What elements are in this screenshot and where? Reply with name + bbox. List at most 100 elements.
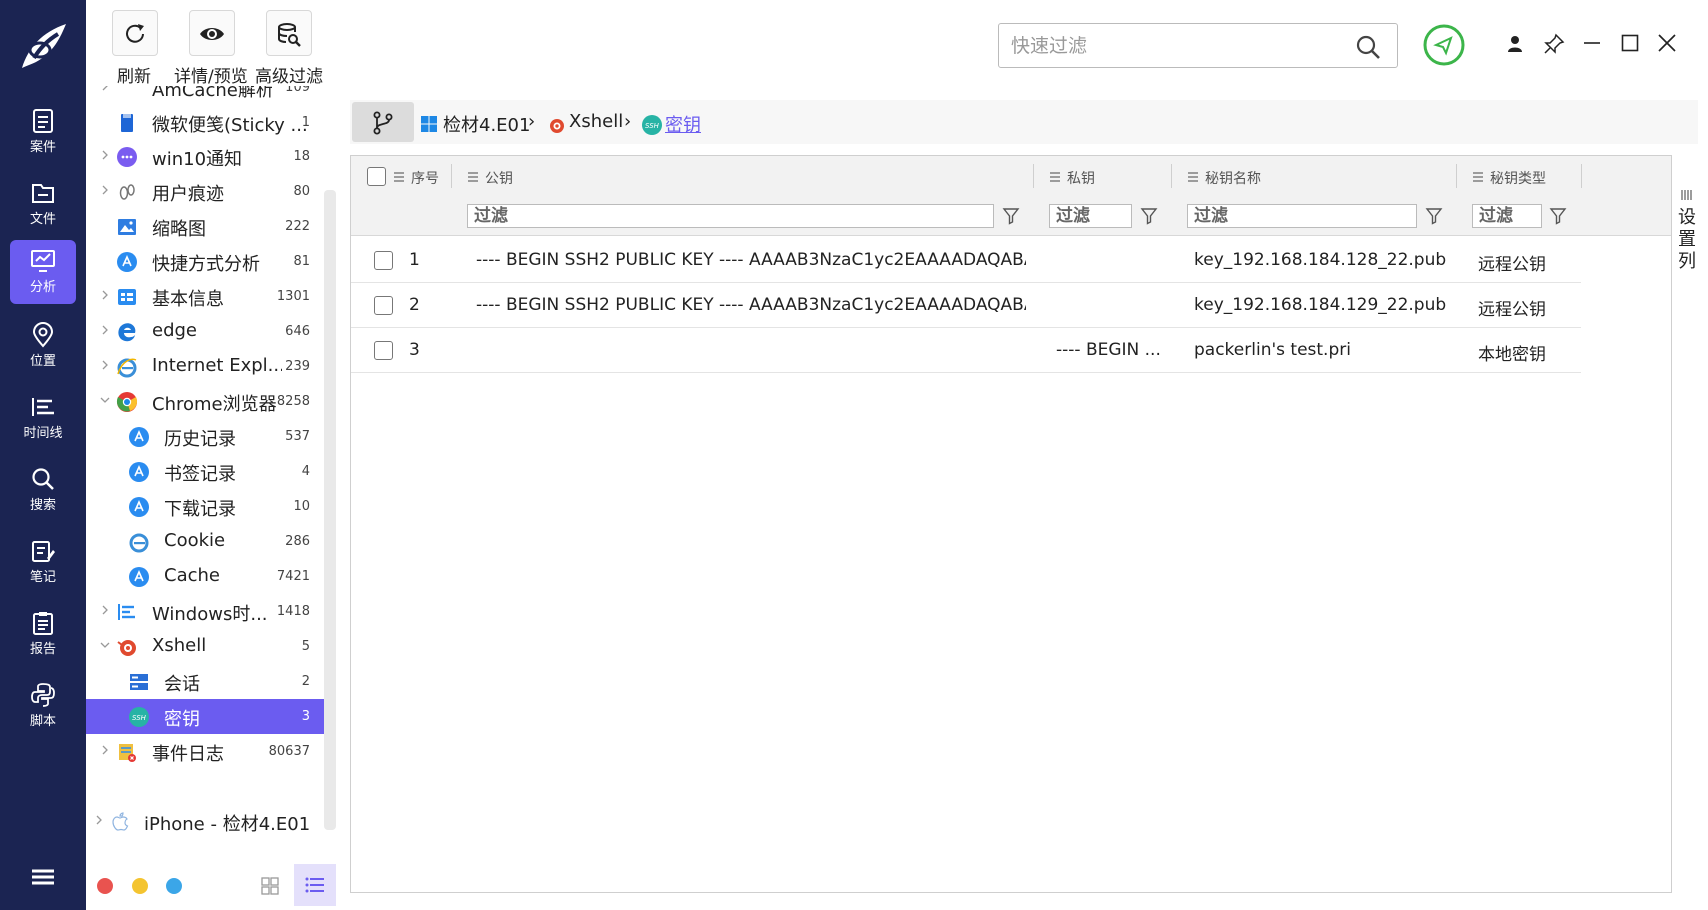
tree-item-windows-timeline[interactable]: Windows时... 1418 [86,594,324,629]
column-divider[interactable] [1171,164,1172,188]
column-menu-icon[interactable] [393,171,405,183]
nav-files[interactable]: 文件 [10,172,76,236]
list-view-button[interactable] [294,864,336,906]
tree-item-edge[interactable]: edge 646 [86,314,324,349]
breadcrumb-current[interactable]: 密钥 [665,111,701,137]
nav-script[interactable]: 脚本 [10,674,76,738]
tree-item-count: 1418 [276,604,310,619]
tree-item-iphone[interactable]: iPhone - 检材4.E01 [86,804,324,839]
connection-status-icon[interactable] [1422,23,1466,67]
tree-item-sessions[interactable]: 会话 2 [86,664,324,699]
row-checkbox[interactable] [374,341,393,360]
chevron-down-icon[interactable] [100,395,110,405]
chevron-right-icon[interactable] [100,185,110,195]
tree-item-sticky-notes[interactable]: 微软便笺(Sticky ... 1 [86,105,324,140]
search-icon[interactable] [1354,33,1382,61]
column-header-key-name[interactable]: 秘钥名称 [1205,168,1261,188]
quick-filter-input[interactable] [1011,32,1341,60]
column-menu-icon[interactable] [1472,171,1484,183]
tree-scrollbar[interactable] [324,190,336,830]
tree-item-downloads[interactable]: 下载记录 10 [86,489,324,524]
tree-item-bookmarks[interactable]: 书签记录 4 [86,454,324,489]
tree-item-cookie[interactable]: Cookie 286 [86,524,324,559]
tree-item-xshell[interactable]: Xshell 5 [86,629,324,664]
tree-item-count: 1 [301,115,310,130]
nav-timeline[interactable]: 时间线 [10,386,76,450]
refresh-button[interactable] [112,10,158,56]
chevron-right-icon[interactable] [100,745,110,755]
column-divider[interactable] [451,164,452,188]
chevron-right-icon[interactable] [100,325,110,335]
table-row[interactable]: 2 ---- BEGIN SSH2 PUBLIC KEY ---- AAAAB3… [351,283,1581,328]
grid-view-icon[interactable] [261,877,279,895]
chevron-right-icon[interactable] [100,86,110,91]
column-menu-icon[interactable] [1049,171,1061,183]
tree-item-thumbnail[interactable]: 缩略图 222 [86,209,324,244]
nav-search[interactable]: 搜索 [10,458,76,522]
column-header-key-type[interactable]: 秘钥类型 [1490,168,1546,188]
tree-item-event-log[interactable]: 事件日志 80637 [86,734,324,769]
table-row[interactable]: 1 ---- BEGIN SSH2 PUBLIC KEY ---- AAAAB3… [351,238,1581,283]
column-settings-strip[interactable]: 设置列 [1671,155,1701,893]
column-divider[interactable] [1033,164,1034,188]
chevron-right-icon[interactable] [100,360,110,370]
filter-funnel-icon[interactable] [1139,206,1159,226]
tree-item-shortcut-analysis[interactable]: 快捷方式分析 81 [86,244,324,279]
details-preview-button[interactable] [189,10,235,56]
column-header-private-key[interactable]: 私钥 [1067,168,1095,188]
tree-item-chrome[interactable]: Chrome浏览器 8258 [86,384,324,419]
branch-button[interactable] [352,102,414,142]
user-icon[interactable] [1506,34,1524,54]
minimize-icon[interactable] [1582,33,1602,53]
tree-item-cache[interactable]: Cache 7421 [86,559,324,594]
tree-item-label: Cache [164,565,220,586]
column-menu-icon[interactable] [1187,171,1199,183]
tree-item-user-traces[interactable]: 用户痕迹 80 [86,174,324,209]
breadcrumb-app[interactable]: Xshell [569,111,623,132]
tree-item-internet-explorer[interactable]: Internet Expl... 239 [86,349,324,384]
nav-location[interactable]: 位置 [10,314,76,378]
hamburger-menu-icon[interactable] [28,866,58,888]
table-row[interactable]: 3 ---- BEGIN ... packerlin's test.pri 本地… [351,328,1581,373]
column-divider[interactable] [1581,164,1582,188]
filter-funnel-icon[interactable] [1001,206,1021,226]
tree-item-count: 1301 [276,289,310,304]
timeline-icon [32,398,54,416]
filter-key-type-input[interactable] [1473,205,1541,227]
row-checkbox[interactable] [374,296,393,315]
chevron-right-icon[interactable] [100,290,110,300]
advanced-filter-button[interactable] [266,10,312,56]
row-checkbox[interactable] [374,251,393,270]
tree-item-keys[interactable]: SSH 密钥 3 [86,699,324,734]
filter-funnel-icon[interactable] [1548,206,1568,226]
maximize-icon[interactable] [1620,33,1640,53]
image-icon [118,219,136,235]
nav-notes[interactable]: 笔记 [10,530,76,594]
tree-item-amcache[interactable]: AmCache解析 109 [86,86,324,105]
analysis-icon [31,250,55,272]
column-divider[interactable] [1456,164,1457,188]
chevron-down-icon[interactable] [100,640,110,650]
select-all-checkbox[interactable] [367,167,386,186]
close-icon[interactable] [1657,33,1677,53]
filter-key-name [1187,204,1417,228]
column-menu-icon[interactable] [467,171,479,183]
filter-private-key-input[interactable] [1050,205,1131,227]
filter-funnel-icon[interactable] [1424,206,1444,226]
nav-report[interactable]: 报告 [10,602,76,666]
column-header-public-key[interactable]: 公钥 [485,168,513,188]
filter-key-name-input[interactable] [1188,205,1416,227]
tree-item-basic-info[interactable]: 基本信息 1301 [86,279,324,314]
column-header-index[interactable]: 序号 [411,168,439,188]
pin-icon[interactable] [1543,33,1565,55]
chevron-right-icon[interactable] [100,150,110,160]
breadcrumb-evidence[interactable]: 检材4.E01 [443,111,530,137]
chevron-right-icon[interactable] [100,605,110,615]
nav-case[interactable]: 案件 [10,100,76,164]
nav-analysis[interactable]: 分析 [10,240,76,304]
cell-key-type: 本地密钥 [1478,345,1546,365]
filter-public-key-input[interactable] [468,205,993,227]
tree-item-win10-notify[interactable]: win10通知 18 [86,139,324,174]
chevron-right-icon[interactable] [94,815,104,825]
tree-item-history[interactable]: 历史记录 537 [86,419,324,454]
